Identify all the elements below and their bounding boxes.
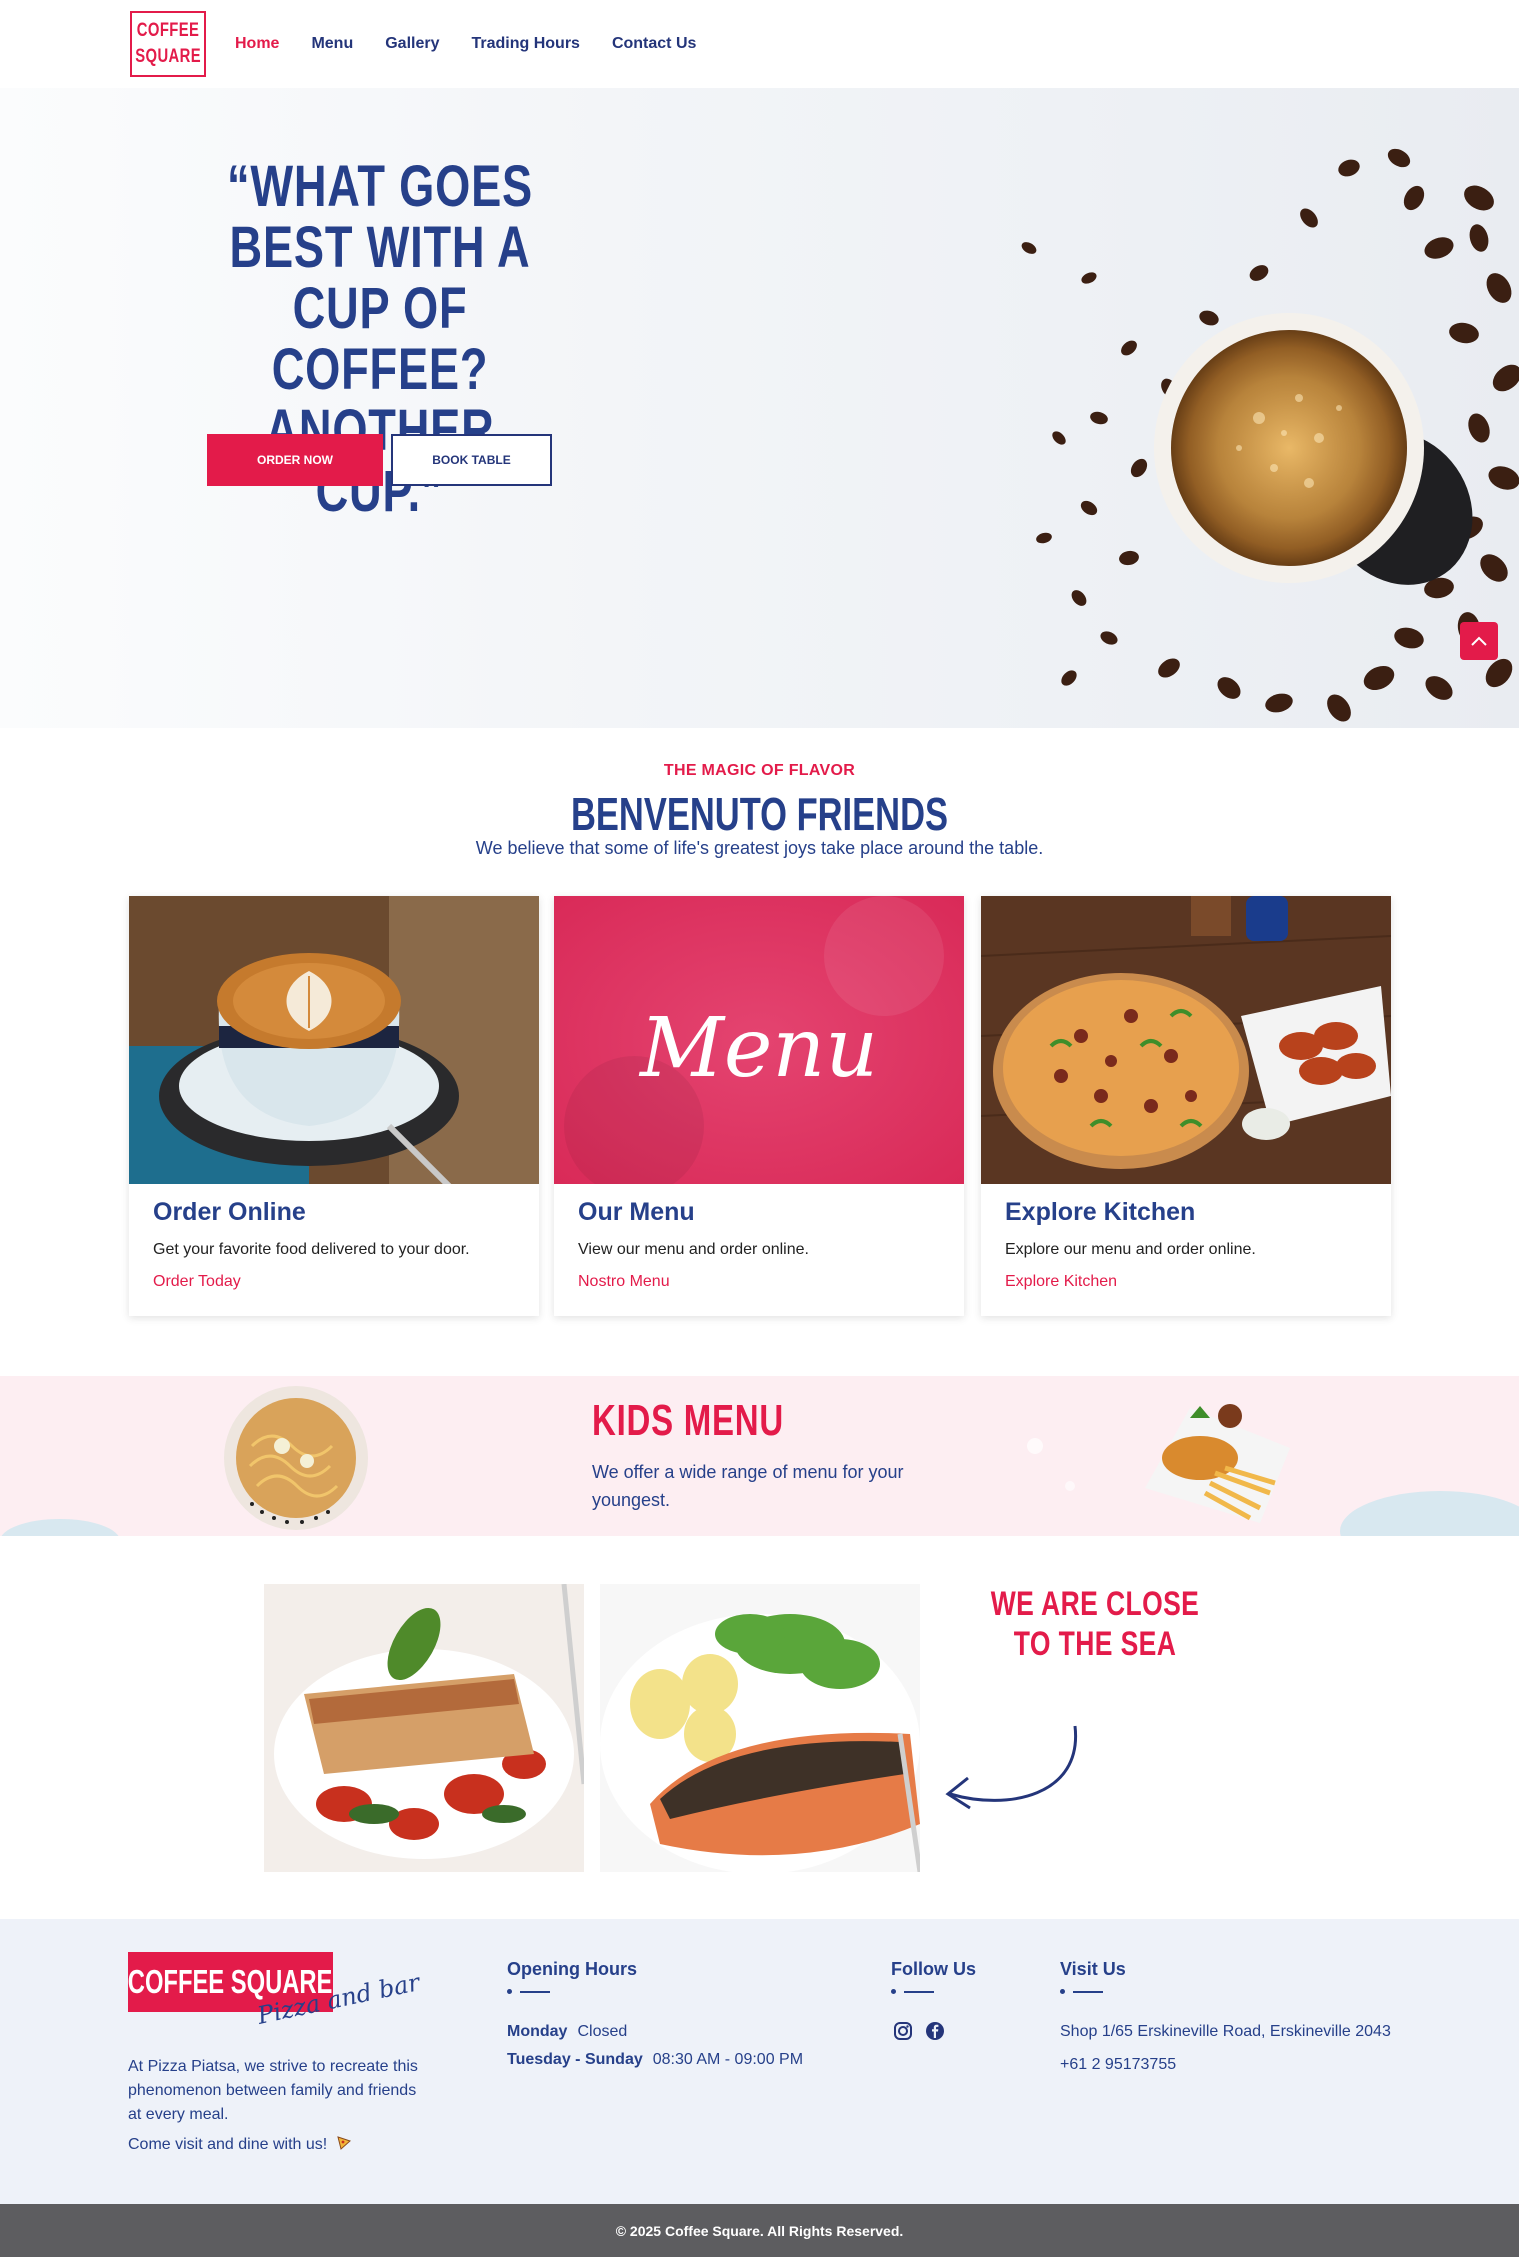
opening-hours-heading: Opening Hours (507, 1959, 637, 1979)
welcome-section: THE MAGIC OF FLAVOR BENVENUTO FRIENDS We… (0, 728, 1519, 896)
main-menu: Home Menu Gallery Trading Hours Contact … (235, 35, 728, 53)
logo-line-1: COFFEE (136, 20, 200, 41)
menu-cover-image: Menu (554, 896, 964, 1184)
card-text: View our menu and order online. (578, 1241, 809, 1258)
grilled-fish-salad-image (264, 1584, 584, 1872)
hero-section: “WHAT GOES BEST WITH A CUP OF COFFEE? AN… (0, 88, 1519, 728)
card-explore-kitchen[interactable]: Explore Kitchen Explore our menu and ord… (981, 896, 1391, 1316)
book-table-button[interactable]: BOOK TABLE (391, 434, 552, 486)
heading-divider (891, 1987, 951, 1995)
pizza-wings-image (981, 896, 1391, 1184)
facebook-icon[interactable] (925, 2021, 945, 2041)
card-text: Explore our menu and order online. (1005, 1241, 1256, 1258)
coffee-cup-beans-image (1021, 148, 1519, 722)
address-text: Shop 1/65 Erskineville Road, Erskinevill… (1060, 2023, 1391, 2040)
footer-visit-text: Come visit and dine with us! (128, 2135, 352, 2154)
order-now-button[interactable]: ORDER NOW (207, 434, 383, 486)
nav-item-gallery[interactable]: Gallery (385, 35, 439, 53)
hours-row: Tuesday - Sunday 08:30 AM - 09:00 PM (507, 2051, 804, 2068)
fish-and-chips-image (1145, 1404, 1290, 1523)
explore-kitchen-link[interactable]: Explore Kitchen (1005, 1273, 1391, 1291)
card-title: Explore Kitchen (1005, 1198, 1196, 1226)
instagram-icon[interactable] (893, 2021, 913, 2041)
kids-menu-title: KIDS MENU (592, 1396, 784, 1445)
site-logo[interactable]: COFFEE SQUARE (130, 11, 206, 77)
heading-divider (1060, 1987, 1120, 1995)
visit-us-heading: Visit Us (1060, 1959, 1126, 1979)
copyright-bar: © 2025 Coffee Square. All Rights Reserve… (0, 2204, 1519, 2257)
scroll-to-top-button[interactable] (1460, 622, 1498, 660)
nav-item-trading-hours[interactable]: Trading Hours (472, 35, 580, 53)
nav-item-home[interactable]: Home (235, 35, 279, 53)
top-navigation: COFFEE SQUARE Home Menu Gallery Trading … (0, 0, 1519, 88)
order-today-link[interactable]: Order Today (153, 1273, 539, 1291)
card-title: Our Menu (578, 1198, 695, 1226)
phone-number[interactable]: +61 2 95173755 (1060, 2056, 1176, 2074)
menu-image-text: Menu (638, 1001, 878, 1096)
heading-divider (507, 1987, 567, 1995)
card-title: Order Online (153, 1198, 306, 1226)
chevron-up-icon (1471, 636, 1487, 646)
card-text: Get your favorite food delivered to your… (153, 1241, 470, 1258)
sea-section: WE ARE CLOSE TO THE SEA (0, 1536, 1519, 1919)
nav-item-contact-us[interactable]: Contact Us (612, 35, 696, 53)
site-footer: COFFEE SQUARE Pizza and bar At Pizza Pia… (0, 1919, 1519, 2204)
latte-art-image (129, 896, 539, 1184)
hours-row: Monday Closed (507, 2023, 628, 2040)
pizza-slice-icon (336, 2136, 351, 2150)
kids-menu-text: We offer a wide range of menu for your y… (592, 1462, 904, 1510)
card-order-online[interactable]: Order Online Get your favorite food deli… (129, 896, 539, 1316)
footer-about-text: At Pizza Piatsa, we strive to recreate t… (128, 2058, 418, 2123)
follow-us-heading: Follow Us (891, 1959, 976, 1979)
salmon-potatoes-image (600, 1584, 920, 1872)
nostro-menu-link[interactable]: Nostro Menu (578, 1273, 964, 1291)
section-title: BENVENUTO FRIENDS (571, 788, 948, 840)
card-our-menu[interactable]: Menu Our Menu View our menu and order on… (554, 896, 964, 1316)
section-eyebrow: THE MAGIC OF FLAVOR (663, 762, 856, 779)
nav-item-menu[interactable]: Menu (311, 35, 353, 53)
sea-title: WE ARE CLOSE TO THE SEA (990, 1585, 1200, 1663)
logo-line-2: SQUARE (135, 46, 201, 67)
curved-arrow-icon (945, 1725, 1078, 1810)
feature-cards: Order Online Get your favorite food deli… (0, 896, 1519, 1376)
kids-menu-banner: KIDS MENU We offer a wide range of menu … (0, 1376, 1519, 1536)
spaghetti-plate-image (224, 1386, 368, 1530)
